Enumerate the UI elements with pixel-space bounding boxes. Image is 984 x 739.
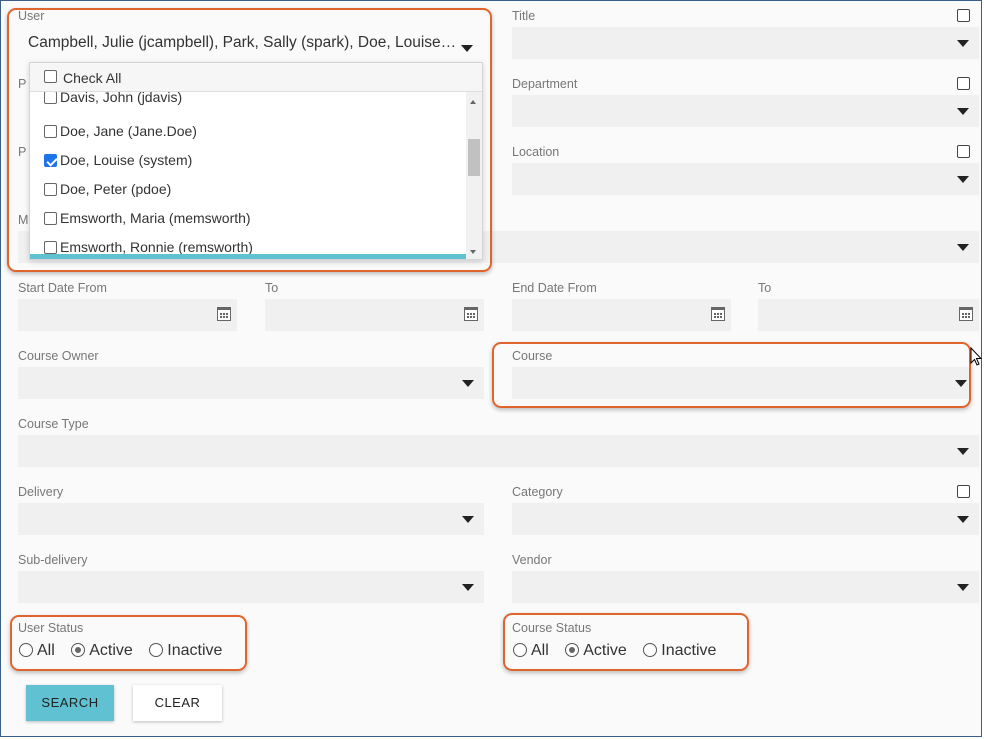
- calendar-icon[interactable]: [217, 307, 231, 321]
- end-date-from-input[interactable]: [512, 299, 731, 331]
- chevron-down-icon: [957, 40, 969, 47]
- calendar-icon[interactable]: [711, 307, 725, 321]
- chevron-down-icon: [957, 584, 969, 591]
- chevron-down-icon: [957, 108, 969, 115]
- chevron-down-icon: [957, 176, 969, 183]
- check-all-checkbox[interactable]: [44, 70, 57, 83]
- title-checkbox[interactable]: [957, 9, 970, 22]
- vendor-select[interactable]: [512, 571, 979, 603]
- search-button[interactable]: SEARCH: [26, 685, 114, 721]
- department-select[interactable]: [512, 95, 979, 127]
- chevron-down-icon: [462, 380, 474, 387]
- location-checkbox[interactable]: [957, 145, 970, 158]
- category-label: Category: [512, 485, 563, 499]
- report-filter-form: User Campbell, Julie (jcampbell), Park, …: [0, 0, 982, 737]
- course-owner-select[interactable]: [18, 367, 484, 399]
- department-label: Department: [512, 77, 578, 91]
- chevron-down-icon: [957, 244, 969, 251]
- user-status-highlight-box: [10, 615, 247, 671]
- sub-delivery-select[interactable]: [18, 571, 484, 603]
- title-label: Title: [512, 9, 536, 23]
- end-to-label: To: [758, 281, 772, 295]
- chevron-down-icon: [957, 448, 969, 455]
- check-all-label: Check All: [63, 70, 122, 86]
- start-date-from-input[interactable]: [18, 299, 237, 331]
- end-date-from-label: End Date From: [512, 281, 597, 295]
- title-select[interactable]: [512, 27, 979, 59]
- category-checkbox[interactable]: [957, 485, 970, 498]
- course-type-label: Course Type: [18, 417, 89, 431]
- option-checkbox[interactable]: [44, 91, 57, 104]
- user-highlight-box: [7, 8, 492, 272]
- mouse-cursor-icon: [970, 347, 982, 366]
- course-status-highlight-box: [503, 613, 749, 671]
- course-highlight-box: [492, 342, 971, 408]
- start-to-label: To: [265, 281, 279, 295]
- calendar-icon[interactable]: [464, 307, 478, 321]
- vendor-label: Vendor: [512, 553, 552, 567]
- end-to-input[interactable]: [758, 299, 979, 331]
- chevron-down-icon: [957, 516, 969, 523]
- delivery-label: Delivery: [18, 485, 64, 499]
- chevron-down-icon: [462, 584, 474, 591]
- chevron-down-icon: [462, 516, 474, 523]
- start-to-input[interactable]: [265, 299, 484, 331]
- location-label: Location: [512, 145, 560, 159]
- location-select[interactable]: [512, 163, 979, 195]
- check-all-row[interactable]: Check All: [30, 63, 482, 92]
- start-date-from-label: Start Date From: [18, 281, 107, 295]
- clear-button[interactable]: CLEAR: [133, 685, 222, 721]
- sub-delivery-label: Sub-delivery: [18, 553, 88, 567]
- department-checkbox[interactable]: [957, 77, 970, 90]
- category-select[interactable]: [512, 503, 979, 535]
- course-type-select[interactable]: [18, 435, 979, 467]
- delivery-select[interactable]: [18, 503, 484, 535]
- course-owner-label: Course Owner: [18, 349, 99, 363]
- calendar-icon[interactable]: [959, 307, 973, 321]
